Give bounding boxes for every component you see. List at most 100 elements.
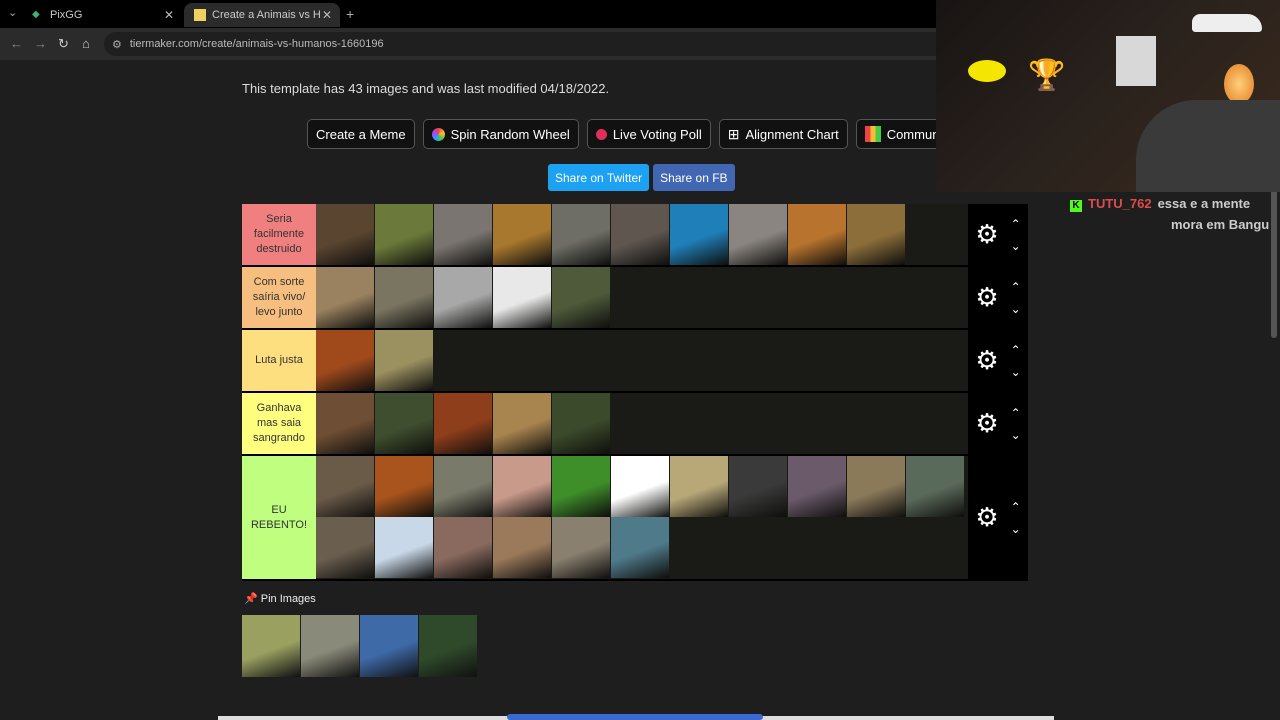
close-tab-icon[interactable]: ✕ bbox=[322, 8, 332, 22]
move-up-icon[interactable]: ⌃ bbox=[1011, 402, 1021, 424]
ocelot-image[interactable] bbox=[434, 456, 492, 517]
elephant-image[interactable] bbox=[552, 204, 610, 265]
create-meme-button[interactable]: Create a Meme bbox=[307, 119, 415, 149]
capybara-image[interactable] bbox=[316, 456, 374, 517]
tier-row: Luta justa ⚙ ⌃ ⌄ bbox=[242, 330, 1028, 393]
move-up-icon[interactable]: ⌃ bbox=[1011, 213, 1021, 235]
pin-icon: 📌 bbox=[244, 593, 258, 605]
pitbull-image[interactable] bbox=[316, 393, 374, 454]
piranha-image[interactable] bbox=[434, 517, 492, 578]
forward-arrow-icon[interactable]: → bbox=[34, 36, 47, 51]
url-field[interactable]: ⚙ tiermaker.com/create/animais-vs-humano… bbox=[104, 32, 964, 56]
button-label: Alignment Chart bbox=[745, 126, 839, 142]
share-facebook-button[interactable]: Share on FB bbox=[653, 164, 735, 191]
move-up-icon[interactable]: ⌃ bbox=[1011, 339, 1021, 361]
tier-label[interactable]: EU REBENTO! bbox=[242, 456, 316, 579]
tab-list-chevron-icon[interactable]: ⌄ bbox=[8, 6, 17, 19]
move-down-icon[interactable]: ⌄ bbox=[1011, 298, 1021, 320]
gear-icon[interactable]: ⚙ bbox=[975, 282, 998, 313]
tier-items[interactable] bbox=[316, 330, 968, 391]
tier-controls: ⚙ ⌃ ⌄ bbox=[968, 267, 1028, 328]
move-up-icon[interactable]: ⌃ bbox=[1011, 276, 1021, 298]
whale-image[interactable] bbox=[670, 204, 728, 265]
lion-image[interactable] bbox=[847, 204, 905, 265]
reload-icon[interactable]: ↻ bbox=[58, 36, 69, 52]
gear-icon[interactable]: ⚙ bbox=[975, 219, 998, 250]
gear-icon[interactable]: ⚙ bbox=[975, 408, 998, 439]
cheetah-image[interactable] bbox=[493, 393, 551, 454]
rhino-image[interactable] bbox=[611, 204, 669, 265]
new-tab-icon[interactable]: + bbox=[346, 6, 354, 22]
horse-image[interactable] bbox=[360, 615, 418, 677]
close-tab-icon[interactable]: ✕ bbox=[164, 8, 174, 22]
tapir-image[interactable] bbox=[552, 393, 610, 454]
chimpanzee-image[interactable] bbox=[493, 267, 551, 328]
tier-row: Seria facilmente destruido ⚙ ⌃ ⌄ bbox=[242, 204, 1028, 267]
move-down-icon[interactable]: ⌄ bbox=[1011, 518, 1021, 540]
river-dolphin-image[interactable] bbox=[788, 456, 846, 517]
orangutan-image[interactable] bbox=[316, 330, 374, 391]
jaguar-image[interactable] bbox=[493, 204, 551, 265]
move-down-icon[interactable]: ⌄ bbox=[1011, 424, 1021, 446]
hyena-image[interactable] bbox=[316, 267, 374, 328]
move-down-icon[interactable]: ⌄ bbox=[1011, 361, 1021, 383]
maned-wolf-image[interactable] bbox=[434, 393, 492, 454]
tier-items[interactable] bbox=[316, 393, 968, 454]
alignment-chart-button[interactable]: ⊞ Alignment Chart bbox=[718, 119, 848, 149]
panda-image[interactable] bbox=[419, 615, 477, 677]
peacock-image[interactable] bbox=[611, 517, 669, 578]
cat-image[interactable] bbox=[316, 517, 374, 578]
swan-image[interactable] bbox=[375, 517, 433, 578]
deer-image[interactable] bbox=[847, 456, 905, 517]
pig-image[interactable] bbox=[493, 456, 551, 517]
action-button-row: Create a Meme Spin Random Wheel Live Vot… bbox=[307, 119, 975, 149]
home-icon[interactable]: ⌂ bbox=[82, 36, 90, 51]
tiger-image[interactable] bbox=[788, 204, 846, 265]
bald-eagle-image[interactable] bbox=[375, 393, 433, 454]
zebra-image[interactable] bbox=[552, 517, 610, 578]
tier-controls: ⚙ ⌃ ⌄ bbox=[968, 393, 1028, 454]
kick-badge-icon: K bbox=[1070, 200, 1082, 212]
tab-tiermaker[interactable]: Create a Animais vs Humanos T ✕ bbox=[184, 3, 340, 27]
gear-icon[interactable]: ⚙ bbox=[975, 345, 998, 376]
gear-icon[interactable]: ⚙ bbox=[975, 502, 998, 533]
kangaroo-image[interactable] bbox=[242, 615, 300, 677]
tab-pixgg[interactable]: ◆ PixGG ✕ bbox=[22, 3, 182, 27]
move-down-icon[interactable]: ⌄ bbox=[1011, 235, 1021, 257]
goose-image[interactable] bbox=[729, 456, 787, 517]
site-info-icon[interactable]: ⚙ bbox=[112, 38, 122, 51]
pixgg-favicon-icon: ◆ bbox=[32, 9, 40, 20]
tier-label[interactable]: Seria facilmente destruido bbox=[242, 204, 316, 265]
hippo-image[interactable] bbox=[434, 204, 492, 265]
white-rhino-image[interactable] bbox=[729, 204, 787, 265]
car-model-icon bbox=[1192, 14, 1262, 32]
wolf-image[interactable] bbox=[434, 267, 492, 328]
tier-label[interactable]: Luta justa bbox=[242, 330, 316, 391]
live-voting-poll-button[interactable]: Live Voting Poll bbox=[586, 119, 711, 149]
bottom-ad-highlight bbox=[507, 714, 763, 720]
penguin-image[interactable] bbox=[611, 456, 669, 517]
tier-label[interactable]: Ganhava mas saia sangrando bbox=[242, 393, 316, 454]
tier-row: Ganhava mas saia sangrando ⚙ ⌃ ⌄ bbox=[242, 393, 1028, 456]
tier-controls: ⚙ ⌃ ⌄ bbox=[968, 204, 1028, 265]
spin-random-wheel-button[interactable]: Spin Random Wheel bbox=[422, 119, 579, 149]
tier-label[interactable]: Com sorte saíria vivo/ levo junto bbox=[242, 267, 316, 328]
hawk-image[interactable] bbox=[906, 456, 964, 517]
move-up-icon[interactable]: ⌃ bbox=[1011, 496, 1021, 518]
tier-items[interactable] bbox=[316, 456, 968, 579]
owl-image[interactable] bbox=[493, 517, 551, 578]
crocodile-image[interactable] bbox=[375, 267, 433, 328]
tier-items[interactable] bbox=[316, 204, 968, 265]
moose-image[interactable] bbox=[375, 204, 433, 265]
tier-items[interactable] bbox=[316, 267, 968, 328]
bear-image[interactable] bbox=[316, 204, 374, 265]
back-arrow-icon[interactable]: ← bbox=[10, 36, 23, 51]
grid-icon: ⊞ bbox=[727, 125, 740, 142]
share-twitter-button[interactable]: Share on Twitter bbox=[548, 164, 650, 191]
ostrich-image[interactable] bbox=[670, 456, 728, 517]
cobra-image[interactable] bbox=[301, 615, 359, 677]
macaws-image[interactable] bbox=[552, 456, 610, 517]
tamarin-image[interactable] bbox=[375, 456, 433, 517]
wild-boar-image[interactable] bbox=[552, 267, 610, 328]
giraffe-image[interactable] bbox=[375, 330, 433, 391]
